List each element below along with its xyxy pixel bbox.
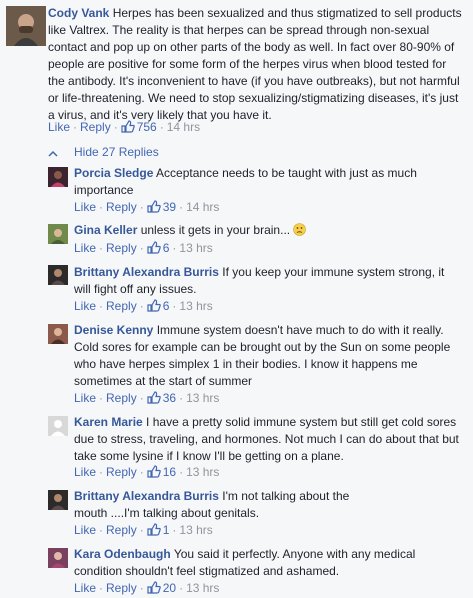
timestamp[interactable]: 13 hrs <box>186 391 219 405</box>
reply-body: Porcia Sledge Acceptance needs to be tau… <box>74 165 464 199</box>
timestamp[interactable]: 13 hrs <box>186 581 219 595</box>
reply-body: Karen Marie I have a pretty solid immune… <box>74 414 464 465</box>
avatar[interactable] <box>48 490 68 510</box>
slight-frown-emoji-icon <box>293 223 307 236</box>
reply-body: Denise Kenny Immune system doesn't have … <box>74 322 464 390</box>
thumbs-up-icon <box>147 465 161 482</box>
timestamp[interactable]: 13 hrs <box>179 241 212 255</box>
commenter-name[interactable]: Porcia Sledge <box>74 166 153 180</box>
reply-body: Brittany Alexandra Burris If you keep yo… <box>74 264 464 298</box>
comment-body: Cody Vank Herpes has been sexualized and… <box>48 5 464 124</box>
commenter-name[interactable]: Karen Marie <box>74 415 143 429</box>
like-button[interactable]: Like <box>74 581 96 595</box>
like-button[interactable]: Like <box>74 299 96 313</box>
timestamp[interactable]: 13 hrs <box>179 299 212 313</box>
hide-replies-label[interactable]: Hide 27 Replies <box>74 145 159 159</box>
reply-body: Gina Keller unless it gets in your brain… <box>74 222 464 239</box>
like-button[interactable]: Like <box>74 241 96 255</box>
like-count[interactable]: 756 <box>137 120 157 134</box>
reply-button[interactable]: Reply <box>106 200 137 214</box>
reply-button[interactable]: Reply <box>106 465 137 479</box>
commenter-name[interactable]: Brittany Alexandra Burris <box>74 265 219 279</box>
avatar[interactable] <box>48 324 68 344</box>
timestamp[interactable]: 14 hrs <box>186 200 219 214</box>
reply-text: unless it gets in your brain... <box>140 223 291 237</box>
like-button[interactable]: Like <box>74 465 96 479</box>
reply-actions: Like · Reply · 6 · 13 hrs <box>74 240 213 258</box>
timestamp[interactable]: 13 hrs <box>179 523 212 537</box>
thumbs-up-icon <box>147 200 161 217</box>
avatar[interactable] <box>48 548 68 568</box>
timestamp[interactable]: 14 hrs <box>167 120 200 134</box>
chevron-up-icon <box>48 145 58 161</box>
reply-button[interactable]: Reply <box>106 581 137 595</box>
thumbs-up-icon <box>147 299 161 316</box>
comment-text: Herpes has been sexualized and thus stig… <box>48 6 462 122</box>
like-count[interactable]: 39 <box>163 200 176 214</box>
reply-body: Brittany Alexandra Burris I'm not talkin… <box>74 488 374 522</box>
reply-button[interactable]: Reply <box>106 299 137 313</box>
commenter-name[interactable]: Gina Keller <box>74 223 137 237</box>
like-button[interactable]: Like <box>74 391 96 405</box>
commenter-name[interactable]: Cody Vank <box>48 6 109 20</box>
reply-actions: Like · Reply · 16 · 13 hrs <box>74 464 219 482</box>
avatar[interactable] <box>48 265 68 285</box>
reply-button[interactable]: Reply <box>106 523 137 537</box>
reply-actions: Like · Reply · 39 · 14 hrs <box>74 199 219 217</box>
commenter-name[interactable]: Denise Kenny <box>74 323 153 337</box>
thumbs-up-icon <box>147 523 161 540</box>
reply-button[interactable]: Reply <box>106 241 137 255</box>
comment-thread: Cody Vank Herpes has been sexualized and… <box>0 0 473 597</box>
like-button[interactable]: Like <box>74 200 96 214</box>
like-button[interactable]: Like <box>74 523 96 537</box>
reply-actions: Like · Reply · 20 · 13 hrs <box>74 580 219 598</box>
like-count[interactable]: 20 <box>163 581 176 595</box>
thumbs-up-icon <box>147 581 161 598</box>
reply-button[interactable]: Reply <box>106 391 137 405</box>
thumbs-up-icon <box>147 241 161 258</box>
hide-replies-link[interactable]: Hide 27 Replies <box>48 144 159 161</box>
like-count[interactable]: 36 <box>163 391 176 405</box>
reply-body: Kara Odenbaugh You said it perfectly. An… <box>74 546 464 580</box>
avatar[interactable] <box>48 224 68 244</box>
like-count[interactable]: 16 <box>163 465 176 479</box>
reply-button[interactable]: Reply <box>80 120 111 134</box>
reply-actions: Like · Reply · 1 · 13 hrs <box>74 522 213 540</box>
thumbs-up-icon <box>121 120 135 137</box>
commenter-name[interactable]: Kara Odenbaugh <box>74 547 171 561</box>
commenter-name[interactable]: Brittany Alexandra Burris <box>74 489 219 503</box>
thumbs-up-icon <box>147 391 161 408</box>
like-button[interactable]: Like <box>48 120 70 134</box>
avatar[interactable] <box>48 167 68 187</box>
avatar[interactable] <box>6 6 46 46</box>
comment-actions: Like · Reply · 756 · 14 hrs <box>48 119 200 137</box>
reply-actions: Like · Reply · 36 · 13 hrs <box>74 390 219 408</box>
reply-actions: Like · Reply · 6 · 13 hrs <box>74 298 213 316</box>
avatar[interactable] <box>48 416 68 436</box>
timestamp[interactable]: 13 hrs <box>186 465 219 479</box>
